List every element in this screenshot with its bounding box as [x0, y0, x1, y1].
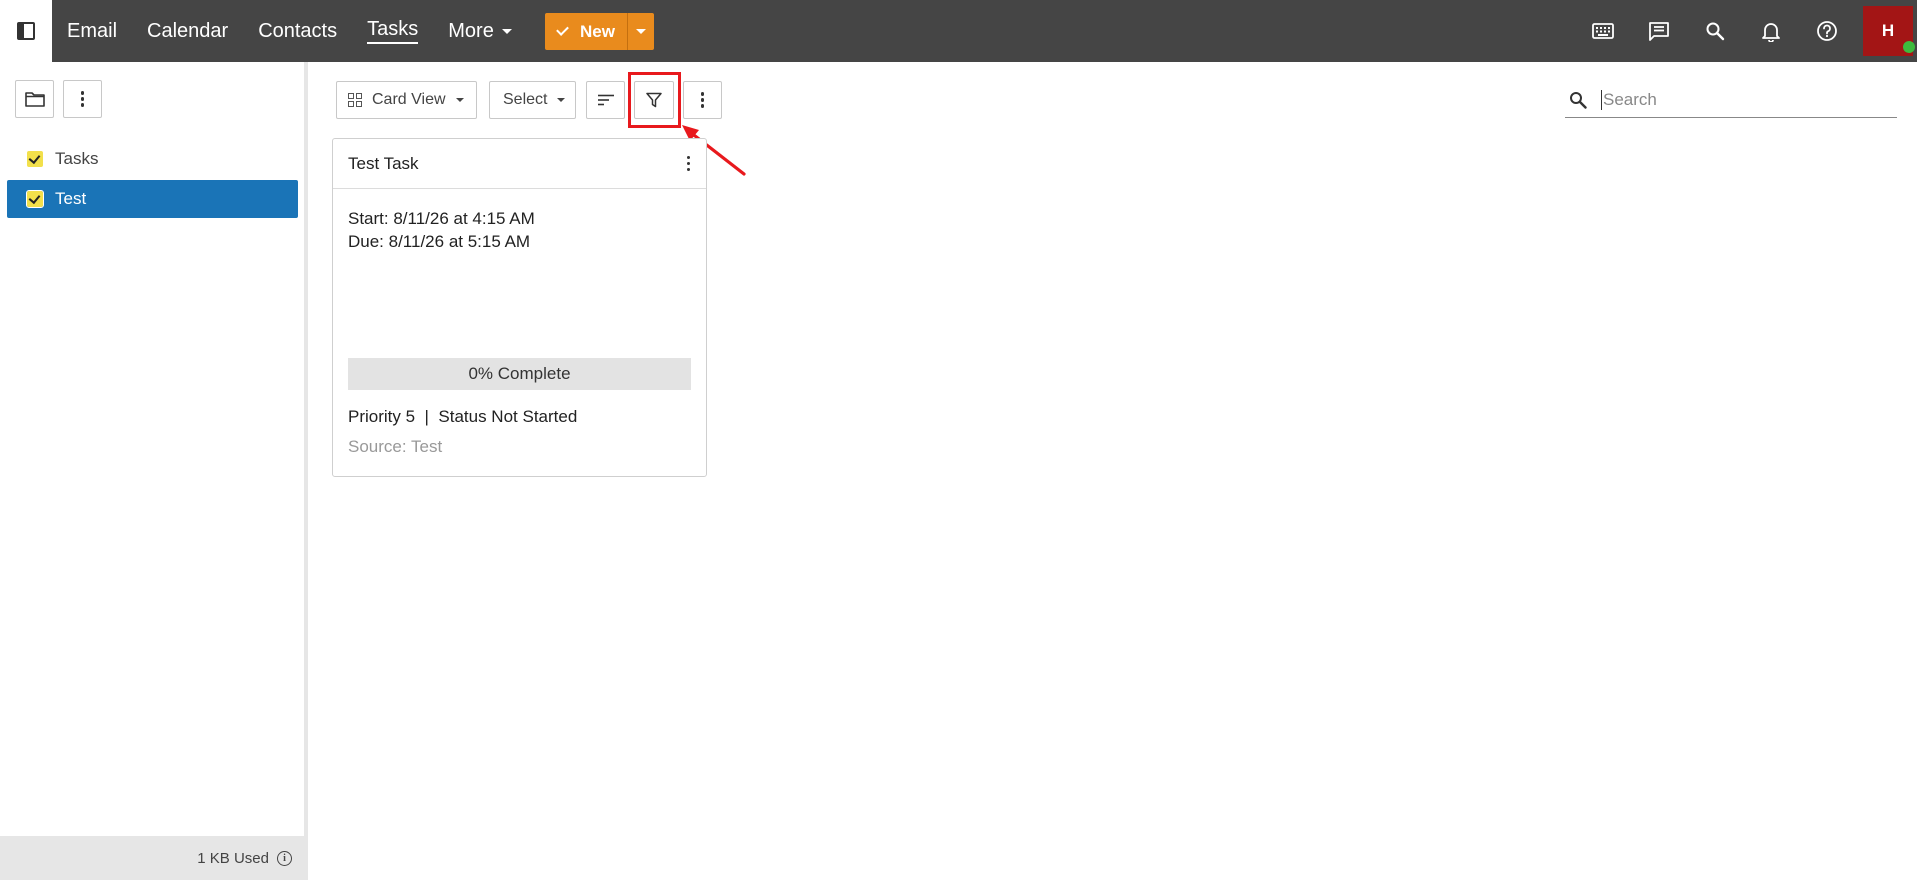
task-card-header: Test Task	[333, 139, 706, 189]
help-icon	[1817, 21, 1837, 41]
keyboard-icon	[1592, 23, 1614, 39]
task-due: Due: 8/11/26 at 5:15 AM	[348, 232, 531, 251]
folder-item-tasks[interactable]: Tasks	[7, 140, 298, 178]
sidebar-toggle-button[interactable]	[0, 0, 52, 62]
bell-icon	[1762, 22, 1780, 42]
new-button-label: New	[580, 21, 615, 41]
select-label: Select	[503, 91, 548, 108]
chat-button[interactable]	[1631, 0, 1687, 62]
task-search: Search	[1565, 82, 1897, 118]
chevron-down-icon	[557, 98, 566, 102]
search-icon	[1570, 91, 1587, 109]
global-search-button[interactable]	[1687, 0, 1743, 62]
sort-icon	[597, 94, 614, 106]
view-mode-dropdown[interactable]: Card View	[336, 81, 477, 119]
task-card[interactable]: Test Task Start: 8/11/26 at 4:15 AM Due:…	[332, 138, 707, 477]
new-dropdown-button[interactable]	[627, 13, 654, 50]
chevron-down-icon	[455, 98, 464, 102]
folder-checkbox[interactable]	[27, 151, 43, 167]
nav-more[interactable]: More	[433, 0, 527, 62]
sort-button[interactable]	[586, 81, 625, 119]
toolbar-more-button[interactable]	[683, 81, 722, 119]
nav-calendar-label: Calendar	[147, 19, 229, 42]
task-priority-status: Priority 5 | Status Not Started	[348, 407, 578, 426]
task-dates: Start: 8/11/26 at 4:15 AM Due: 8/11/26 a…	[333, 189, 706, 253]
folder-label: Test	[55, 189, 87, 208]
nav-email[interactable]: Email	[52, 0, 132, 62]
folder-icon	[24, 92, 45, 107]
nav-contacts-label: Contacts	[258, 19, 338, 42]
folder-checkbox[interactable]	[26, 190, 44, 208]
folder-options-button[interactable]	[63, 80, 102, 118]
search-icon	[1706, 22, 1725, 41]
nav-tasks[interactable]: Tasks	[352, 0, 433, 62]
info-icon[interactable]: i	[277, 850, 292, 866]
avatar-initial: H	[1881, 21, 1895, 40]
task-start: Start: 8/11/26 at 4:15 AM	[348, 209, 535, 228]
task-source: Source: Test	[348, 437, 443, 456]
nav-tasks-label: Tasks	[367, 18, 419, 44]
folder-button[interactable]	[15, 80, 54, 118]
new-button[interactable]: New	[545, 13, 627, 50]
keyboard-shortcuts-button[interactable]	[1575, 0, 1631, 62]
folder-item-test[interactable]: Test	[7, 180, 298, 218]
task-title[interactable]: Test Task	[348, 154, 419, 174]
more-vertical-icon	[700, 92, 705, 108]
folder-label: Tasks	[55, 149, 99, 168]
more-vertical-icon	[80, 91, 85, 107]
notifications-button[interactable]	[1743, 0, 1799, 62]
storage-usage: 1 KB Used i	[0, 836, 304, 880]
main-nav: Email Calendar Contacts Tasks More	[52, 0, 527, 62]
select-dropdown[interactable]: Select	[489, 81, 576, 119]
help-button[interactable]	[1799, 0, 1855, 62]
top-icons: H	[1575, 0, 1917, 62]
nav-more-label: More	[448, 19, 494, 42]
more-vertical-icon[interactable]	[686, 155, 690, 172]
chevron-down-icon	[501, 28, 512, 34]
folder-sidebar: Tasks Test 1 KB Used i	[0, 62, 308, 880]
sidebar-toggle-icon	[17, 22, 35, 40]
nav-email-label: Email	[67, 19, 118, 42]
progress-label: 0% Complete	[468, 364, 571, 383]
task-progress-bar: 0% Complete	[348, 358, 691, 390]
grid-view-icon	[348, 93, 362, 107]
chevron-down-icon	[636, 29, 646, 34]
storage-label: 1 KB Used	[197, 849, 269, 867]
top-bar: Email Calendar Contacts Tasks More New H	[0, 0, 1917, 62]
checkmark-icon	[556, 23, 569, 36]
search-input[interactable]: Search	[1601, 89, 1657, 110]
nav-contacts[interactable]: Contacts	[243, 0, 352, 62]
view-mode-label: Card View	[372, 91, 446, 108]
chat-icon	[1649, 22, 1669, 41]
presence-indicator	[1903, 41, 1915, 53]
nav-calendar[interactable]: Calendar	[132, 0, 243, 62]
avatar[interactable]: H	[1863, 6, 1915, 56]
new-button-group: New	[545, 13, 654, 50]
